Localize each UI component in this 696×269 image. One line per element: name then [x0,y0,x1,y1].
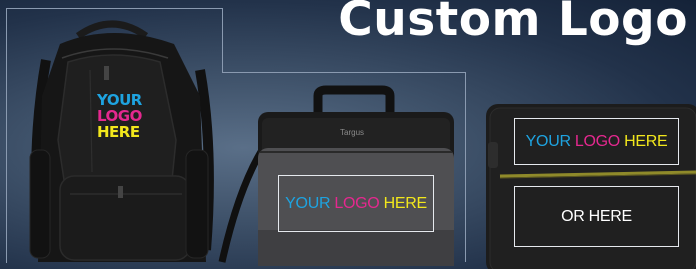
sleeve-logo-word-1: YOUR [525,132,571,150]
backpack-logo-line-3: HERE [97,123,140,141]
backpack-logo-line-2: LOGO [97,107,142,125]
brand-mark: Targus [340,128,365,137]
sleeve-logo-word-3: HERE [624,132,668,150]
sleeve-logo-box: YOUR LOGO HERE [514,118,679,165]
briefcase-logo-word-1: YOUR [285,194,331,212]
briefcase-logo-box: YOUR LOGO HERE [278,175,434,232]
sleeve-logo-word-2: LOGO [574,132,620,150]
alt-placement-label: OR HERE [561,207,632,225]
alt-placement-box: OR HERE [514,186,679,247]
briefcase-logo-word-2: LOGO [334,194,380,212]
backpack-logo-placeholder: YOUR LOGO HERE [97,92,142,140]
backpack-image [29,20,214,262]
briefcase-logo-word-3: HERE [383,194,428,212]
banner-title: Custom Logo [338,0,688,47]
backpack-logo-line-1: YOUR [97,91,142,109]
